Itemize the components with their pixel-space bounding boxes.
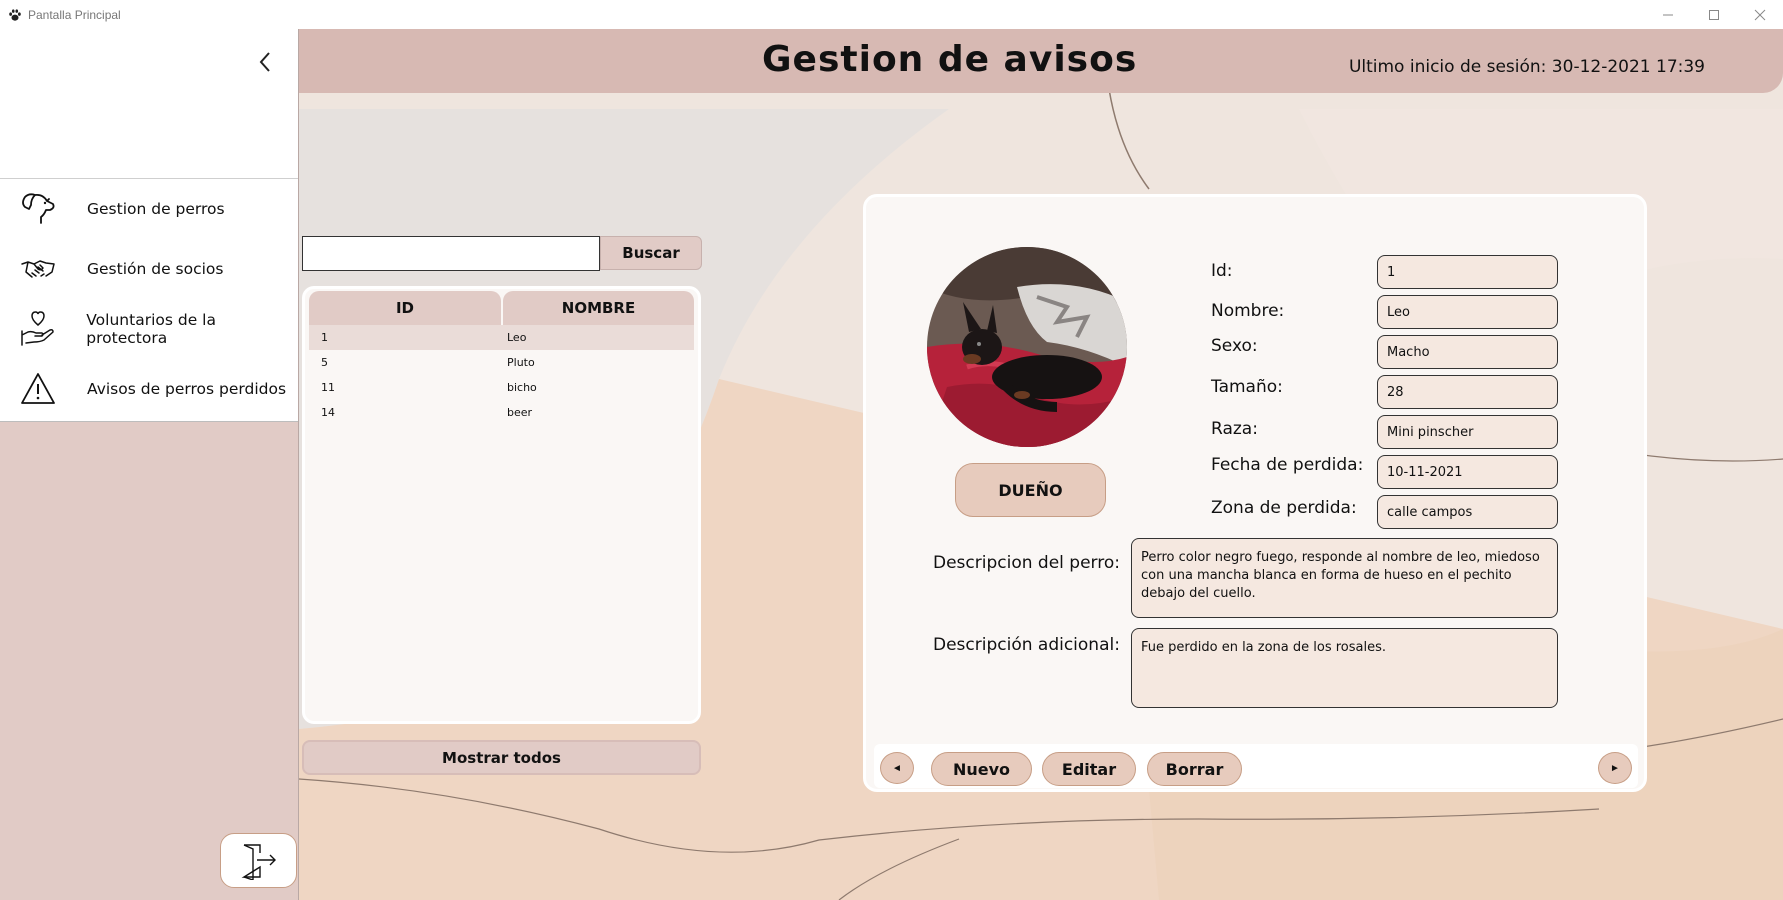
sidebar-item-label: Avisos de perros perdidos [87,380,287,398]
edit-button[interactable]: Editar [1042,752,1136,786]
chevron-left-icon[interactable] [252,49,278,75]
results-table: ID NOMBRE 1 Leo 5 Pluto 11 bicho 14 beer [302,286,701,724]
label-nombre: Nombre: [1211,301,1285,321]
label-fecha: Fecha de perdida: [1211,455,1364,475]
cell-nombre: Leo [507,331,527,344]
sidebar-item-gestion-perros[interactable]: Gestion de perros [0,179,298,239]
search-button[interactable]: Buscar [600,236,702,270]
label-zona: Zona de perdida: [1211,498,1357,518]
window-controls [1645,0,1783,29]
sidebar-item-voluntarios[interactable]: Voluntarios de la protectora [0,299,298,359]
delete-button[interactable]: Borrar [1147,752,1242,786]
minimize-icon[interactable] [1645,0,1691,29]
last-login-text: Ultimo inicio de sesión: 30-12-2021 17:3… [1348,57,1705,77]
cell-nombre: Pluto [507,356,535,369]
cell-id: 14 [321,406,335,419]
table-header: ID NOMBRE [309,291,694,325]
table-row[interactable]: 1 Leo [309,325,694,350]
new-button[interactable]: Nuevo [931,752,1032,786]
dog-photo [927,247,1127,447]
label-descripcion-perro: Descripcion del perro: [933,553,1120,573]
sidebar: Gestion de perros Gestión de socios Volu… [0,29,299,900]
column-header-id[interactable]: ID [309,291,501,325]
field-zona[interactable]: calle campos [1377,495,1558,529]
window-titlebar: Pantalla Principal [0,0,1783,29]
handshake-icon [18,249,58,289]
field-raza[interactable]: Mini pinscher [1377,415,1558,449]
maximize-icon[interactable] [1691,0,1737,29]
table-row[interactable]: 5 Pluto [309,350,694,375]
heart-hand-icon [18,309,57,349]
column-header-nombre[interactable]: NOMBRE [503,291,694,325]
label-descripcion-adicional: Descripción adicional: [933,635,1120,655]
warning-icon [18,369,58,409]
close-icon[interactable] [1737,0,1783,29]
cell-nombre: bicho [507,381,537,394]
sidebar-item-label: Gestion de perros [87,200,225,218]
label-sexo: Sexo: [1211,336,1258,356]
field-tamano[interactable]: 28 [1377,375,1558,409]
field-descripcion-adicional[interactable]: Fue perdido en la zona de los rosales. [1131,628,1558,708]
label-tamano: Tamaño: [1211,377,1283,397]
sidebar-nav: Gestion de perros Gestión de socios Volu… [0,179,298,422]
cell-id: 1 [321,331,328,344]
sidebar-header [0,29,298,179]
sidebar-item-gestion-socios[interactable]: Gestión de socios [0,239,298,299]
next-record-button[interactable]: ► [1598,752,1632,784]
owner-button[interactable]: DUEÑO [955,463,1106,517]
field-sexo[interactable]: Macho [1377,335,1558,369]
cell-id: 5 [321,356,328,369]
sidebar-item-label: Gestión de socios [87,260,224,278]
cell-nombre: beer [507,406,533,419]
field-fecha[interactable]: 10-11-2021 [1377,455,1558,489]
cell-id: 11 [321,381,335,394]
field-descripcion-perro[interactable]: Perro color negro fuego, responde al nom… [1131,538,1558,618]
table-row[interactable]: 14 beer [309,400,694,425]
search-input[interactable] [302,236,600,271]
logout-button[interactable] [220,833,297,888]
logout-door-icon [241,843,276,880]
window-title: Pantalla Principal [28,7,121,22]
field-nombre[interactable]: Leo [1377,295,1558,329]
paw-icon [9,8,21,21]
detail-card: DUEÑO Id: 1 Nombre: Leo Sexo: Macho Tama… [863,194,1647,792]
previous-record-button[interactable]: ◄ [880,752,914,784]
label-raza: Raza: [1211,419,1258,439]
field-id[interactable]: 1 [1377,255,1558,289]
label-id: Id: [1211,261,1233,281]
sidebar-item-label: Voluntarios de la protectora [86,311,216,347]
show-all-button[interactable]: Mostrar todos [302,740,701,775]
page-title: Gestion de avisos [762,39,1138,80]
table-row[interactable]: 11 bicho [309,375,694,400]
dog-icon [18,189,58,229]
sidebar-item-avisos[interactable]: Avisos de perros perdidos [0,359,298,419]
card-footer-toolbar: ◄ Nuevo Editar Borrar ► [874,744,1638,788]
page-header: Gestion de avisos Ultimo inicio de sesió… [299,29,1783,93]
